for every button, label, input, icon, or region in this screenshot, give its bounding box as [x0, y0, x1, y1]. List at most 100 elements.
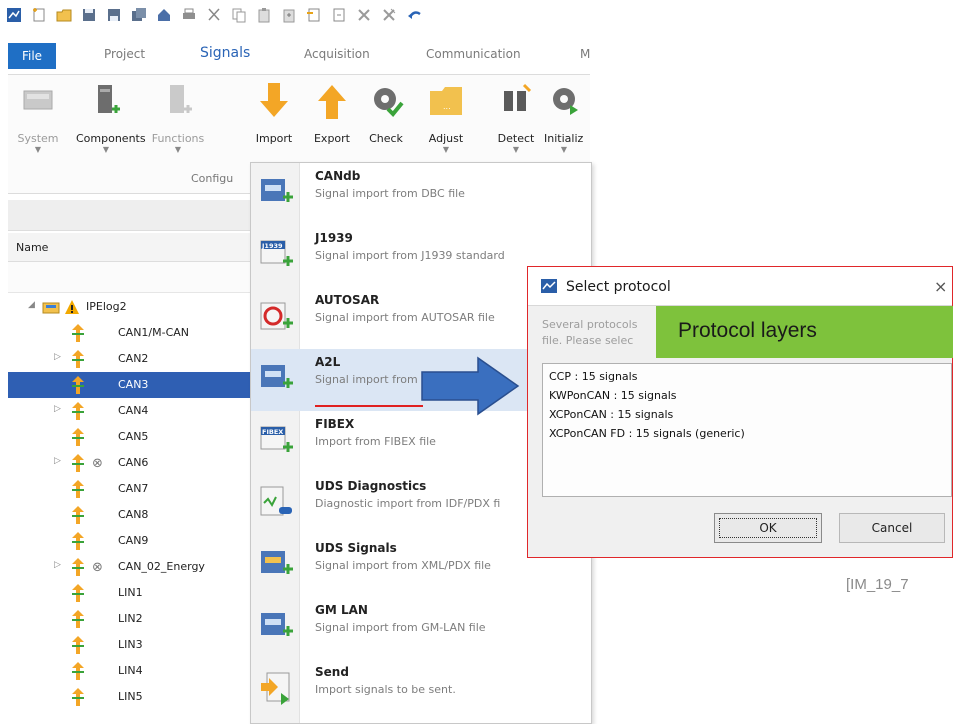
name-column-label: Name: [16, 241, 49, 254]
tree-row-selected[interactable]: CAN3: [8, 372, 258, 398]
collapse-icon[interactable]: ◢: [28, 300, 35, 310]
tree-row[interactable]: CAN8: [8, 502, 258, 528]
bus-icon: [72, 454, 84, 472]
bus-icon: [72, 688, 84, 706]
tab-more[interactable]: M: [580, 47, 590, 61]
check-button[interactable]: Check: [356, 81, 416, 161]
tree-label: IPElog2: [86, 300, 127, 313]
cut-icon[interactable]: [206, 7, 222, 23]
app-icon[interactable]: [6, 7, 22, 23]
adjust-button[interactable]: ... Adjust ▼: [416, 81, 476, 161]
name-column-header[interactable]: Name: [8, 233, 258, 262]
tree-row[interactable]: LIN2: [8, 606, 258, 632]
cancel-label: Cancel: [871, 521, 913, 535]
tree-label: LIN4: [118, 664, 143, 677]
tree-row[interactable]: CAN7: [8, 476, 258, 502]
bus-icon: [72, 636, 84, 654]
tab-signals[interactable]: Signals: [200, 45, 250, 61]
expand-icon[interactable]: ▷: [54, 456, 61, 466]
check-label: Check: [369, 132, 403, 145]
detect-button[interactable]: Detect ▼: [486, 81, 546, 161]
protocol-item[interactable]: XCPonCAN : 15 signals: [549, 408, 673, 421]
database-icon[interactable]: [156, 7, 172, 23]
copy-icon[interactable]: [231, 7, 247, 23]
undo-icon[interactable]: [406, 7, 422, 23]
menu-item-title: UDS Diagnostics: [315, 479, 427, 493]
tab-file[interactable]: File: [8, 43, 56, 69]
menu-item-desc: Diagnostic import from IDF/PDX fi: [315, 497, 501, 510]
export-button[interactable]: Export: [302, 81, 362, 161]
initialize-button[interactable]: Initializ ▼: [538, 81, 590, 161]
import-button[interactable]: Import: [244, 81, 304, 161]
save-as-icon[interactable]: [106, 7, 122, 23]
print-icon[interactable]: [181, 7, 197, 23]
send-file-icon: [261, 672, 290, 705]
import-arrow-icon: [260, 83, 288, 117]
panel-toolbar: [8, 200, 258, 231]
insert-icon[interactable]: [306, 7, 322, 23]
disabled-icon: ⊗: [92, 560, 103, 575]
protocol-list[interactable]: CCP : 15 signals KWPonCAN : 15 signals X…: [542, 363, 952, 497]
menu-item-gm-lan[interactable]: GM LAN Signal import from GM-LAN file: [251, 597, 591, 659]
tree-row[interactable]: LIN4: [8, 658, 258, 684]
components-button[interactable]: Components ▼: [76, 81, 146, 161]
tree-row[interactable]: LIN5: [8, 684, 258, 710]
dialog-titlebar: Select protocol ×: [528, 267, 952, 306]
new-doc-icon[interactable]: [31, 7, 47, 23]
system-button[interactable]: System ▼: [8, 81, 68, 161]
tree-row[interactable]: LIN3: [8, 632, 258, 658]
chevron-down-icon: ▼: [560, 145, 568, 154]
duplicate-icon[interactable]: [331, 7, 347, 23]
protocol-item[interactable]: XCPonCAN FD : 15 signals (generic): [549, 427, 745, 440]
tree-row[interactable]: CAN1/M-CAN: [8, 320, 258, 346]
menu-item-desc: Import from FIBEX file: [315, 435, 436, 448]
tab-project[interactable]: Project: [104, 47, 145, 61]
initialize-label: Initializ: [544, 132, 584, 145]
tree-row-root[interactable]: ◢ IPElog2: [8, 294, 258, 320]
menu-item-title: UDS Signals: [315, 541, 397, 555]
cancel-button[interactable]: Cancel: [839, 513, 945, 543]
tab-acquisition[interactable]: Acquisition: [304, 47, 370, 61]
save-all-icon[interactable]: [131, 7, 147, 23]
paste-icon[interactable]: [256, 7, 272, 23]
expand-icon[interactable]: ▷: [54, 404, 61, 414]
tab-communication[interactable]: Communication: [426, 47, 521, 61]
tree-row[interactable]: LIN1: [8, 580, 258, 606]
tree-row[interactable]: ▷ CAN4: [8, 398, 258, 424]
menu-item-desc: Signal import from J1939 standard: [315, 249, 505, 262]
delete-icon[interactable]: [356, 7, 372, 23]
ok-button[interactable]: OK: [714, 513, 822, 543]
tree-label: LIN5: [118, 690, 143, 703]
bus-icon: [72, 610, 84, 628]
tree-row[interactable]: CAN5: [8, 424, 258, 450]
import-label: Import: [255, 132, 293, 145]
save-icon[interactable]: [81, 7, 97, 23]
tree-label: LIN1: [118, 586, 143, 599]
bus-icon: [72, 532, 84, 550]
expand-icon[interactable]: ▷: [54, 560, 61, 570]
functions-button[interactable]: Functions ▼: [148, 81, 208, 161]
expand-icon[interactable]: ▷: [54, 352, 61, 362]
close-icon[interactable]: ×: [934, 277, 947, 296]
gm-lan-file-icon: [261, 613, 293, 636]
menu-item-title: J1939: [315, 231, 353, 245]
menu-item-candb[interactable]: CANdb Signal import from DBC file: [251, 163, 591, 225]
tree-label: CAN2: [118, 352, 149, 365]
paste-special-icon[interactable]: [281, 7, 297, 23]
tree-row[interactable]: ▷ ⊗ CAN6: [8, 450, 258, 476]
delete-all-icon[interactable]: [381, 7, 397, 23]
tree-label: CAN8: [118, 508, 149, 521]
protocol-item[interactable]: KWPonCAN : 15 signals: [549, 389, 677, 402]
tree-row[interactable]: ▷ ⊗ CAN_02_Energy: [8, 554, 258, 580]
open-folder-icon[interactable]: [56, 7, 72, 23]
tree-row[interactable]: ▷ CAN2: [8, 346, 258, 372]
dialog-title: Select protocol: [566, 279, 671, 295]
menu-item-send[interactable]: Send Import signals to be sent.: [251, 659, 591, 721]
menu-item-title: GM LAN: [315, 603, 368, 617]
protocol-item[interactable]: CCP : 15 signals: [549, 370, 637, 383]
tree-row[interactable]: CAN9: [8, 528, 258, 554]
j1939-file-icon: J1939: [260, 240, 293, 266]
initialize-gear-icon: [553, 88, 578, 115]
menu-item-title: FIBEX: [315, 417, 355, 431]
uds-signals-file-icon: [261, 551, 293, 574]
